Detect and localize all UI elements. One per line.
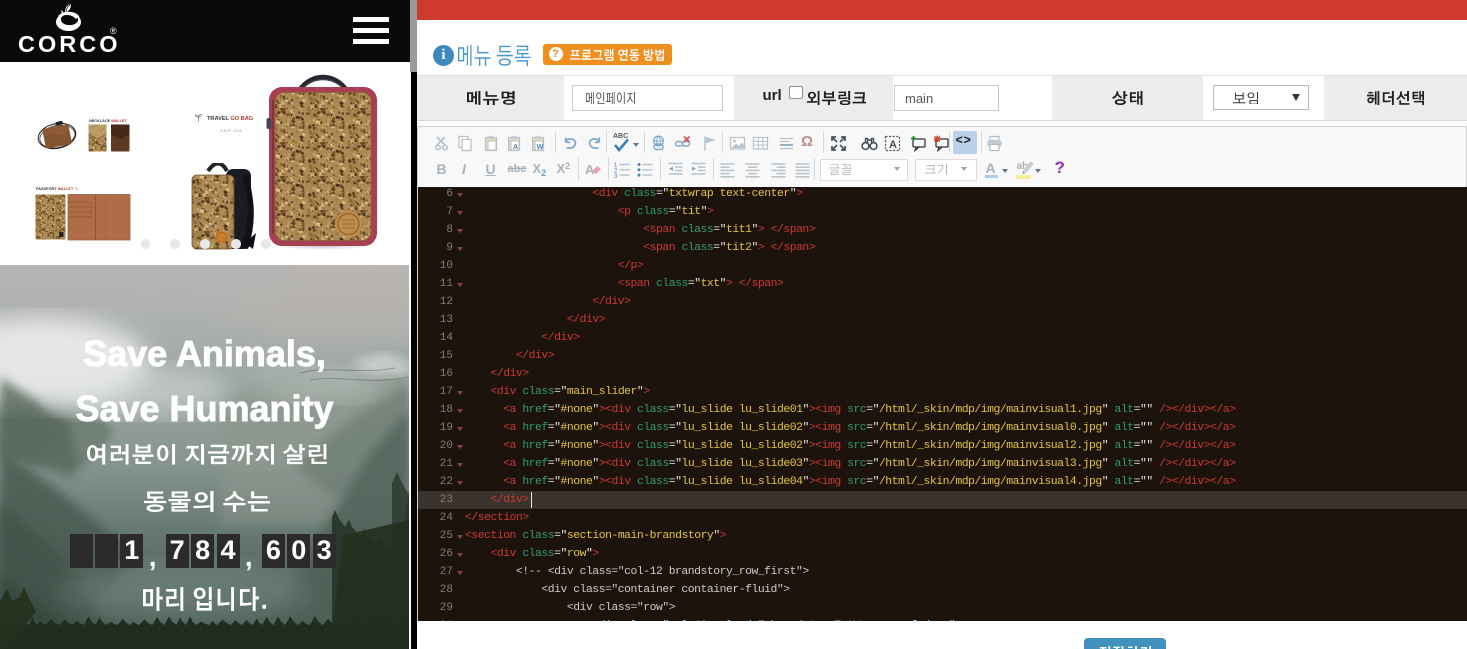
svg-text:W: W [536, 144, 543, 151]
svg-text:A: A [513, 144, 518, 151]
svg-text:A: A [585, 162, 595, 177]
svg-text:3: 3 [614, 174, 618, 178]
svg-text:A: A [889, 139, 897, 151]
